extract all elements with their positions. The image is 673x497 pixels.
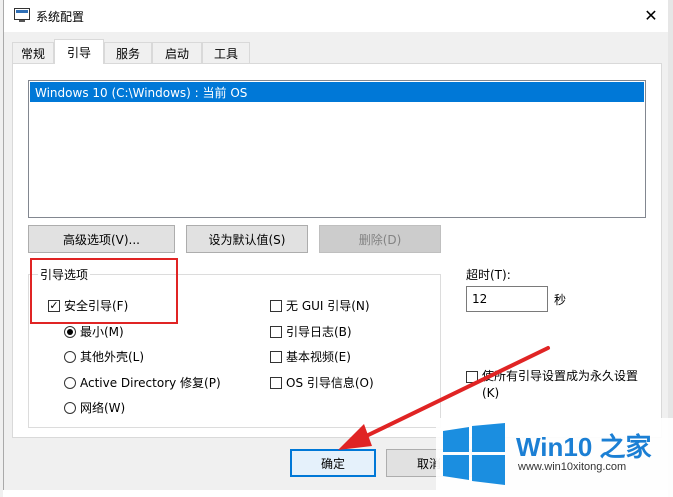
watermark-brand: Win10 之家 <box>516 432 652 462</box>
watermark-url: www.win10xitong.com <box>518 461 627 473</box>
tab-boot[interactable]: 引导 <box>54 39 104 64</box>
windows-logo-icon <box>443 423 505 485</box>
